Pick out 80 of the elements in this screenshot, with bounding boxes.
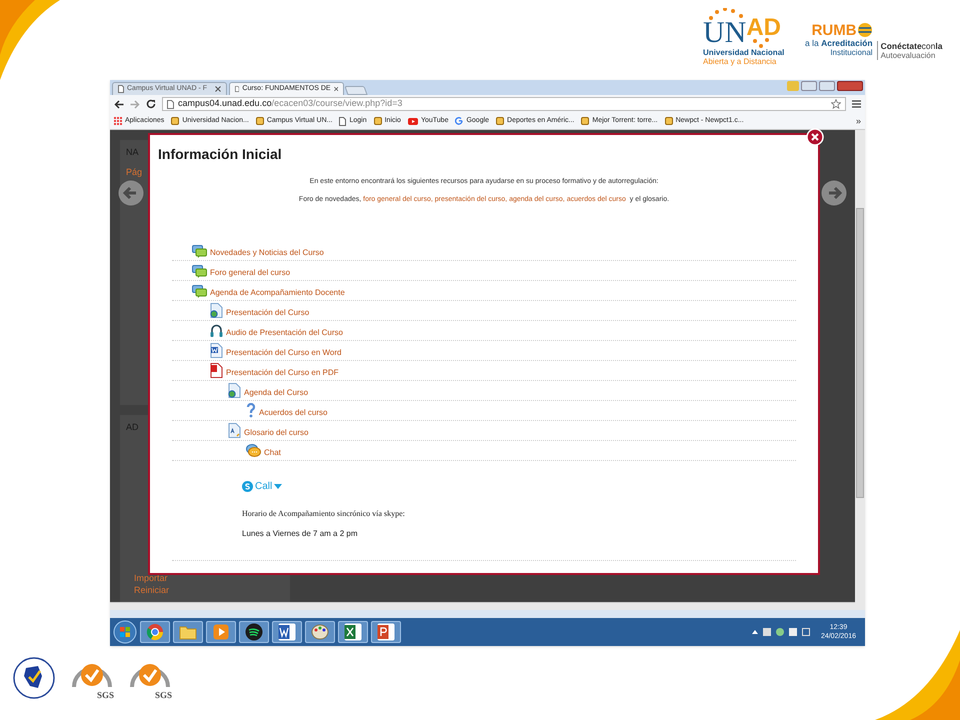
back-icon[interactable] bbox=[114, 100, 124, 108]
page-icon bbox=[118, 85, 124, 93]
close-icon[interactable] bbox=[806, 128, 824, 146]
schedule-heading: Horario de Acompañamiento sincrónico vía skype: bbox=[242, 508, 405, 520]
headphones-icon bbox=[210, 324, 223, 338]
resource-link[interactable]: Agenda del Curso bbox=[228, 383, 308, 398]
resource-link[interactable]: Foro general del curso bbox=[192, 265, 290, 278]
g-mark-icon bbox=[455, 117, 464, 125]
logo-text: Universidad Nacional bbox=[703, 48, 784, 57]
forum-icon bbox=[192, 285, 207, 298]
block-link[interactable]: Importar bbox=[134, 573, 168, 584]
logo-text: Autoevaluación bbox=[880, 51, 936, 60]
resource-link[interactable]: Agenda de Acompañamiento Docente bbox=[192, 285, 345, 298]
page-icon bbox=[339, 116, 346, 126]
globe-icon bbox=[856, 22, 873, 38]
block-link[interactable]: Pág bbox=[126, 166, 142, 179]
site-icon bbox=[496, 117, 504, 125]
menu-icon[interactable] bbox=[852, 100, 861, 108]
browser-icon[interactable] bbox=[140, 621, 170, 643]
page-icon bbox=[167, 100, 174, 108]
logo-text: Abierta y a Distancia bbox=[703, 57, 776, 66]
play-icon bbox=[408, 118, 418, 124]
word-icon[interactable] bbox=[272, 621, 302, 643]
pdf-icon bbox=[210, 363, 223, 378]
site-icon bbox=[374, 117, 382, 125]
logo-wordmark: UN bbox=[703, 18, 746, 48]
logo-wordmark: AD bbox=[746, 16, 782, 40]
vertical-scrollbar[interactable] bbox=[855, 130, 865, 610]
skype-call-button[interactable]: Call bbox=[242, 479, 282, 494]
word-document-icon bbox=[210, 343, 223, 358]
site-icon bbox=[171, 117, 180, 125]
resource-link[interactable]: Presentación del Curso en Word bbox=[210, 343, 342, 358]
glossary-icon bbox=[228, 423, 241, 438]
skype-icon bbox=[242, 481, 253, 492]
spreadsheet-icon[interactable] bbox=[338, 621, 368, 643]
block-link[interactable]: Reiniciar bbox=[134, 585, 170, 596]
logo-text: a la Acreditación bbox=[805, 38, 873, 48]
music-app-icon[interactable] bbox=[239, 621, 269, 643]
resource-link[interactable]: Glosario del curso bbox=[228, 423, 308, 438]
page-icon bbox=[210, 303, 223, 318]
folder-icon[interactable] bbox=[173, 621, 203, 643]
caret-icon bbox=[274, 484, 282, 489]
seal-label: SGS bbox=[96, 691, 114, 700]
presentation-icon[interactable] bbox=[371, 621, 401, 643]
tray-icon[interactable] bbox=[802, 628, 810, 636]
question-mark-icon bbox=[246, 403, 256, 418]
star-icon[interactable] bbox=[831, 99, 841, 109]
resource-link[interactable]: Chat bbox=[246, 444, 281, 458]
site-icon bbox=[256, 117, 264, 125]
forum-icon bbox=[192, 265, 207, 278]
more-bookmarks-button[interactable]: » bbox=[856, 116, 861, 126]
chat-icon bbox=[246, 444, 261, 458]
address-bar[interactable]: campus04.unad.edu.co/ecacen03/course/view.php?id=3 bbox=[162, 97, 846, 111]
site-icon bbox=[664, 117, 673, 125]
horizontal-scrollbar[interactable] bbox=[110, 602, 855, 610]
resource-link[interactable]: Acuerdos del curso bbox=[246, 403, 328, 418]
seal-label: SGS bbox=[154, 691, 172, 700]
resource-link[interactable]: Novedades y Noticias del Curso bbox=[192, 245, 324, 258]
resource-link[interactable]: Presentación del Curso bbox=[210, 303, 310, 318]
page-icon bbox=[228, 383, 241, 398]
page-icon bbox=[235, 85, 240, 93]
site-icon bbox=[581, 117, 590, 125]
apps-grid-icon bbox=[114, 117, 122, 125]
certification-seal-icon bbox=[12, 656, 56, 700]
logo-text: Conéctateconla bbox=[880, 41, 942, 51]
start-orb-icon[interactable] bbox=[113, 620, 137, 644]
minimize-button[interactable] bbox=[801, 81, 817, 91]
forum-icon bbox=[192, 245, 207, 258]
logo-wordmark: RUMB bbox=[812, 22, 857, 38]
palette-icon[interactable] bbox=[305, 621, 335, 643]
show-hidden-icons-icon[interactable] bbox=[752, 630, 758, 634]
modal-title: Información Inicial bbox=[158, 145, 282, 164]
close-tab-icon[interactable] bbox=[334, 86, 338, 92]
logo-text: Institucional bbox=[830, 48, 873, 57]
reload-icon[interactable] bbox=[146, 99, 156, 109]
close-tab-icon[interactable] bbox=[215, 86, 221, 92]
maximize-button[interactable] bbox=[819, 81, 835, 91]
resource-link[interactable]: Audio de Presentación del Curso bbox=[210, 324, 343, 338]
resource-link[interactable]: Presentación del Curso en PDF bbox=[210, 363, 338, 378]
schedule-text: Lunes a Viernes de 7 am a 2 pm bbox=[242, 528, 358, 540]
